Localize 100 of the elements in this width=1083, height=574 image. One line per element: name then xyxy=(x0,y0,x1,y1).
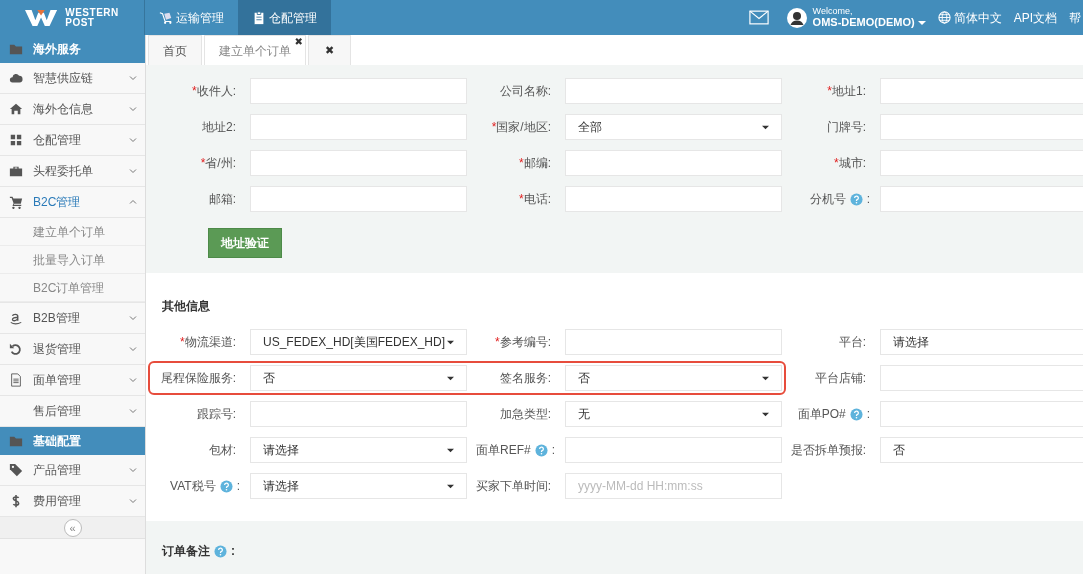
field-label: 面单REF# xyxy=(475,442,531,459)
logo-text: WESTERN xyxy=(65,7,119,18)
cloud-icon xyxy=(9,71,23,85)
grid-icon xyxy=(9,133,23,147)
select-field[interactable]: 否 xyxy=(250,365,467,391)
chevron-down-icon xyxy=(129,136,137,144)
field-label: *省/州: xyxy=(199,155,237,172)
nav-tab[interactable]: 运输管理 xyxy=(145,0,238,35)
sidebar-item[interactable]: B2B管理 xyxy=(0,303,145,334)
section-title: 订单备注 xyxy=(162,543,210,560)
sidebar-item[interactable]: 退货管理 xyxy=(0,334,145,365)
field-label: 分机号 xyxy=(809,191,846,208)
caret-icon xyxy=(762,410,769,418)
field-label: 公司名称: xyxy=(498,83,552,100)
chevron-down-icon xyxy=(129,376,137,384)
colon-label: : xyxy=(236,478,240,495)
collapse-button[interactable]: « xyxy=(63,518,82,537)
input-field[interactable] xyxy=(250,401,467,427)
colon-label: : xyxy=(231,543,235,560)
input-field[interactable] xyxy=(250,150,467,176)
document-icon xyxy=(9,373,23,387)
caret-icon xyxy=(447,374,454,382)
chevron-down-icon xyxy=(129,407,137,415)
field-label: *城市: xyxy=(833,155,867,172)
input-field[interactable] xyxy=(880,401,1083,427)
tab[interactable]: 首页 xyxy=(148,35,202,65)
sidebar-section-header[interactable]: 海外服务 xyxy=(0,35,145,63)
amazon-icon xyxy=(9,311,23,325)
chevron-down-icon xyxy=(129,74,137,82)
briefcase-icon xyxy=(9,164,23,178)
section-title: 其他信息 xyxy=(161,298,211,315)
select-field[interactable]: 无 xyxy=(565,401,782,427)
chevron-up-icon xyxy=(129,198,137,206)
input-field[interactable] xyxy=(565,329,782,355)
clipboard-icon xyxy=(252,10,266,25)
field-label: 加急类型: xyxy=(498,406,552,423)
undo-icon xyxy=(9,342,23,356)
input-field[interactable] xyxy=(250,114,467,140)
folder-icon xyxy=(9,434,23,448)
header-link[interactable]: API文档 xyxy=(1013,8,1057,27)
home-icon xyxy=(9,102,23,116)
chevron-down-icon xyxy=(129,167,137,175)
sidebar-item[interactable]: 仓配管理 xyxy=(0,125,145,156)
input-field[interactable] xyxy=(880,365,1083,391)
input-field[interactable] xyxy=(880,150,1083,176)
input-field[interactable] xyxy=(565,150,782,176)
colon-label: : xyxy=(866,191,870,208)
chevron-down-icon xyxy=(129,497,137,505)
caret-icon xyxy=(447,338,454,346)
user-menu[interactable]: Welcome, OMS-DEMO(DEMO) xyxy=(786,6,926,29)
field-label: *收件人: xyxy=(191,83,237,100)
sidebar-item[interactable]: 海外仓信息 xyxy=(0,94,145,125)
sidebar-item[interactable]: 面单管理 xyxy=(0,365,145,396)
tab[interactable]: ✖ xyxy=(308,35,352,65)
field-label: 跟踪号: xyxy=(195,406,237,423)
tab[interactable]: 建立单个订单 ✖ xyxy=(204,35,306,65)
close-icon[interactable]: ✖ xyxy=(294,36,303,48)
select-field[interactable]: 全部 xyxy=(565,114,782,140)
sidebar-section-header[interactable]: 基础配置 xyxy=(0,427,145,455)
caret-icon xyxy=(762,123,769,131)
user-name: OMS-DEMO(DEMO) xyxy=(812,16,915,29)
select-field[interactable]: 请选择 xyxy=(250,437,467,463)
nav-tab[interactable]: 仓配管理 xyxy=(238,0,331,35)
field-label: 邮箱: xyxy=(207,191,237,208)
caret-icon xyxy=(917,18,926,27)
field-label: 地址2: xyxy=(201,119,237,136)
input-field[interactable] xyxy=(250,186,467,212)
field-label: 包材: xyxy=(207,442,237,459)
field-label: *国家/地区: xyxy=(490,119,552,136)
field-label: 门牌号: xyxy=(825,119,867,136)
caret-icon xyxy=(762,374,769,382)
input-field[interactable]: 请选择 xyxy=(880,329,1083,355)
header-link[interactable]: 帮 xyxy=(1069,8,1081,27)
select-field[interactable]: 否 xyxy=(565,365,782,391)
input-field[interactable] xyxy=(880,186,1083,212)
chevron-down-icon xyxy=(129,345,137,353)
folder-icon xyxy=(9,42,23,56)
input-field[interactable] xyxy=(880,114,1083,140)
chevron-down-icon xyxy=(129,466,137,474)
language-link[interactable]: 简体中文 xyxy=(937,8,1002,27)
sidebar-item[interactable]: 智慧供应链 xyxy=(0,63,145,94)
field-label: *物流渠道: xyxy=(179,334,237,351)
field-label: 平台店铺: xyxy=(813,370,867,387)
input-field[interactable] xyxy=(565,186,782,212)
input-field[interactable] xyxy=(565,437,782,463)
input-field[interactable] xyxy=(880,78,1083,104)
select-field[interactable]: 请选择 xyxy=(250,473,467,499)
sidebar-item[interactable]: 头程委托单 xyxy=(0,156,145,187)
input-field[interactable] xyxy=(565,78,782,104)
sidebar-item[interactable]: 产品管理 xyxy=(0,455,145,486)
field-label: 签名服务: xyxy=(498,370,552,387)
input-field[interactable]: yyyy-MM-dd HH:mm:ss xyxy=(565,473,782,499)
input-field[interactable]: 否 xyxy=(880,437,1083,463)
field-label: 面单PO# xyxy=(797,406,846,423)
field-label: *电话: xyxy=(518,191,552,208)
cart-icon xyxy=(9,195,23,209)
field-label: 是否拆单预报: xyxy=(789,442,867,459)
colon-label: : xyxy=(866,406,870,423)
input-field[interactable] xyxy=(250,78,467,104)
select-field[interactable]: US_FEDEX_HD[美国FEDEX_HD] xyxy=(250,329,467,355)
